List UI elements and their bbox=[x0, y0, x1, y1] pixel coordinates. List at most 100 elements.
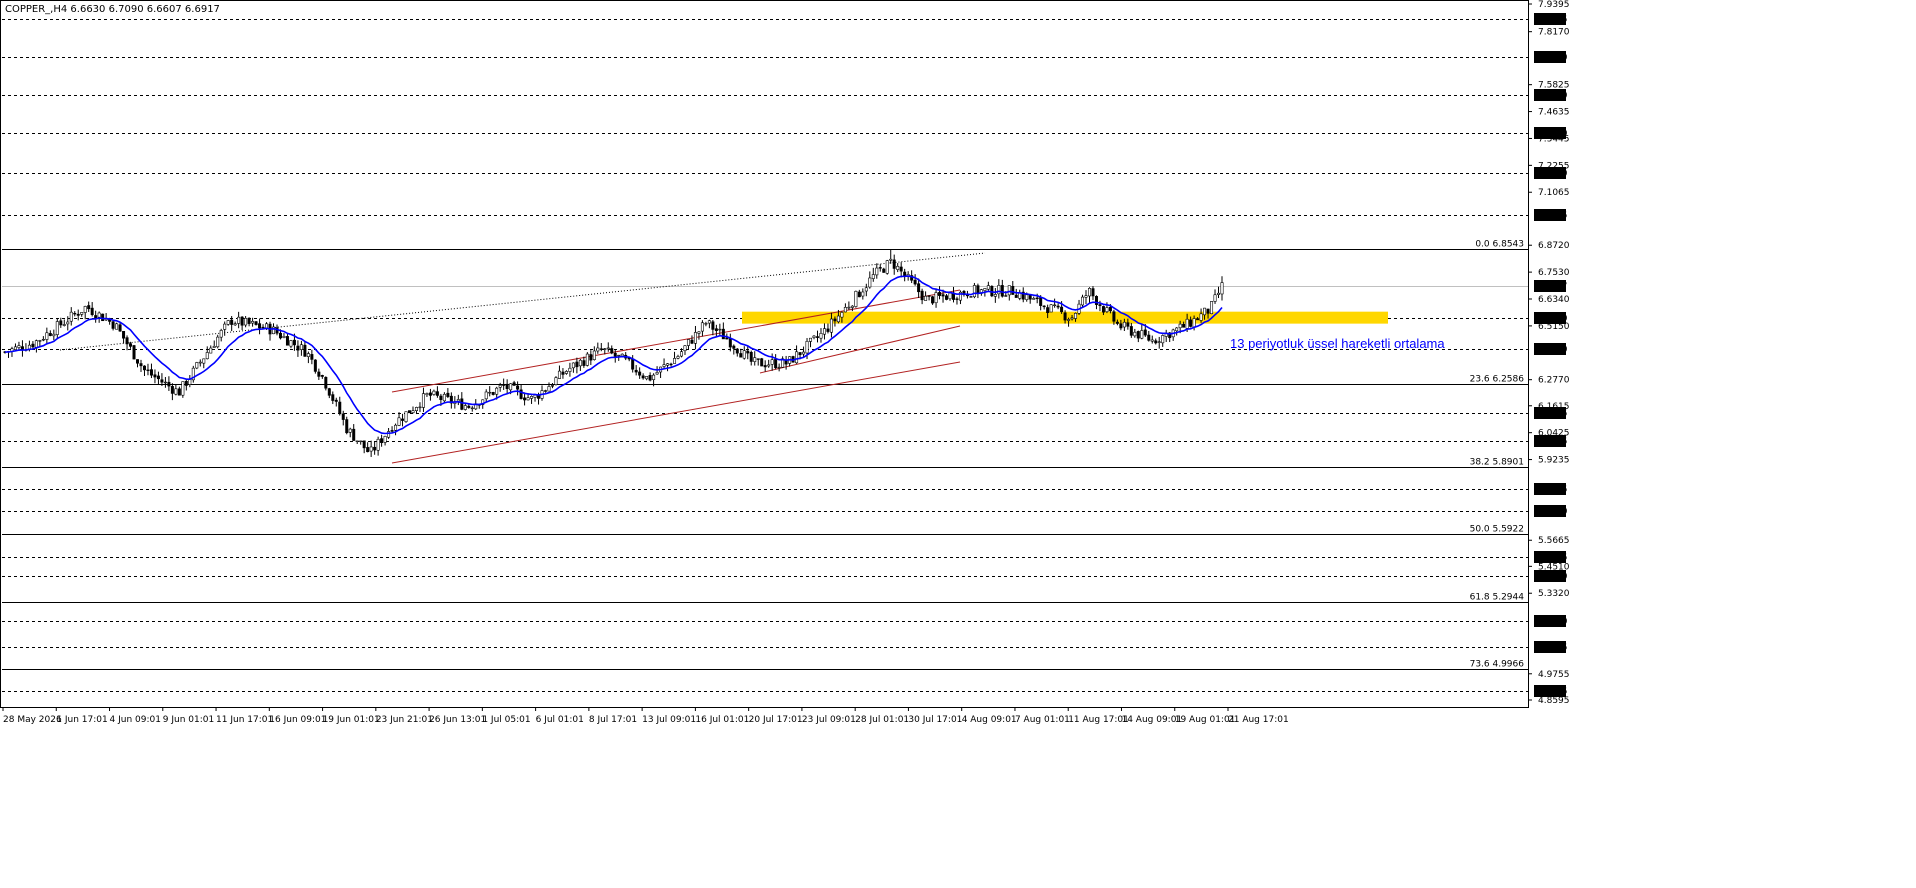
candle-body[interactable] bbox=[414, 407, 418, 411]
candle-body[interactable] bbox=[641, 375, 645, 379]
candle-body[interactable] bbox=[17, 345, 21, 348]
candle-body[interactable] bbox=[456, 399, 460, 402]
candle-body[interactable] bbox=[1007, 285, 1011, 296]
candle-body[interactable] bbox=[592, 350, 596, 360]
candle-body[interactable] bbox=[847, 306, 851, 309]
candle-body[interactable] bbox=[700, 322, 704, 332]
candle-body[interactable] bbox=[90, 307, 94, 315]
candle-body[interactable] bbox=[278, 332, 282, 339]
candle-body[interactable] bbox=[582, 360, 586, 366]
candle-body[interactable] bbox=[1126, 322, 1130, 327]
candle-body[interactable] bbox=[470, 407, 474, 410]
candle-body[interactable] bbox=[1140, 330, 1144, 339]
candle-body[interactable] bbox=[986, 285, 990, 290]
candle-body[interactable] bbox=[1220, 282, 1224, 295]
candle-body[interactable] bbox=[1136, 331, 1140, 339]
candle-body[interactable] bbox=[544, 390, 548, 392]
candle-body[interactable] bbox=[132, 345, 136, 360]
candle-body[interactable] bbox=[1157, 341, 1161, 343]
candle-body[interactable] bbox=[230, 319, 234, 325]
candle-body[interactable] bbox=[73, 312, 77, 315]
candle-body[interactable] bbox=[1101, 306, 1105, 313]
candle-body[interactable] bbox=[153, 374, 157, 378]
candle-body[interactable] bbox=[1070, 317, 1074, 320]
candle-body[interactable] bbox=[341, 413, 345, 420]
candle-body[interactable] bbox=[564, 371, 568, 374]
candle-body[interactable] bbox=[97, 312, 101, 318]
candle-body[interactable] bbox=[1192, 318, 1196, 328]
candle-body[interactable] bbox=[1039, 297, 1043, 306]
candle-body[interactable] bbox=[512, 382, 516, 386]
candle-body[interactable] bbox=[282, 336, 286, 338]
candle-body[interactable] bbox=[802, 351, 806, 355]
candle-body[interactable] bbox=[244, 317, 248, 326]
candle-body[interactable] bbox=[1199, 313, 1203, 321]
candle-body[interactable] bbox=[777, 366, 781, 369]
candle-body[interactable] bbox=[376, 438, 380, 451]
candle-body[interactable] bbox=[516, 385, 520, 390]
candle-body[interactable] bbox=[320, 375, 324, 377]
candle-body[interactable] bbox=[1025, 294, 1029, 300]
candle-body[interactable] bbox=[690, 339, 694, 344]
candle-body[interactable] bbox=[634, 369, 638, 373]
candle-body[interactable] bbox=[557, 370, 561, 379]
candle-body[interactable] bbox=[254, 321, 258, 325]
candle-body[interactable] bbox=[924, 295, 928, 301]
candle-body[interactable] bbox=[334, 399, 338, 402]
candle-body[interactable] bbox=[829, 318, 833, 333]
candle-body[interactable] bbox=[1060, 306, 1064, 313]
candle-body[interactable] bbox=[704, 323, 708, 325]
candle-body[interactable] bbox=[571, 362, 575, 369]
candle-body[interactable] bbox=[1112, 311, 1116, 322]
candle-body[interactable] bbox=[767, 364, 771, 367]
candle-body[interactable] bbox=[219, 330, 223, 338]
candle-body[interactable] bbox=[746, 350, 750, 354]
candle-body[interactable] bbox=[62, 324, 66, 326]
candle-body[interactable] bbox=[509, 383, 513, 391]
candle-body[interactable] bbox=[1063, 312, 1067, 321]
candle-body[interactable] bbox=[833, 318, 837, 322]
candle-body[interactable] bbox=[369, 446, 373, 452]
candle-body[interactable] bbox=[418, 406, 422, 409]
candle-body[interactable] bbox=[1081, 296, 1085, 306]
candle-body[interactable] bbox=[676, 356, 680, 359]
candle-body[interactable] bbox=[1105, 307, 1109, 313]
candle-body[interactable] bbox=[686, 339, 690, 346]
candle-body[interactable] bbox=[411, 410, 415, 413]
candle-body[interactable] bbox=[115, 323, 119, 330]
candle-body[interactable] bbox=[927, 295, 931, 297]
candle-body[interactable] bbox=[840, 312, 844, 318]
candle-body[interactable] bbox=[617, 354, 621, 357]
candle-body[interactable] bbox=[533, 394, 537, 398]
candle-body[interactable] bbox=[327, 388, 331, 396]
candle-body[interactable] bbox=[1067, 319, 1071, 321]
candle-body[interactable] bbox=[655, 372, 659, 375]
candle-body[interactable] bbox=[1084, 295, 1088, 298]
candle-body[interactable] bbox=[941, 294, 945, 297]
candle-body[interactable] bbox=[718, 328, 722, 331]
candle-body[interactable] bbox=[285, 336, 289, 346]
candle-body[interactable] bbox=[34, 340, 38, 348]
candle-body[interactable] bbox=[735, 348, 739, 354]
candle-body[interactable] bbox=[306, 353, 310, 357]
candle-body[interactable] bbox=[1028, 294, 1032, 300]
candle-body[interactable] bbox=[547, 386, 551, 392]
candle-body[interactable] bbox=[739, 353, 743, 358]
candle-body[interactable] bbox=[397, 417, 401, 426]
candle-body[interactable] bbox=[938, 292, 942, 296]
candle-body[interactable] bbox=[247, 317, 251, 324]
candle-body[interactable] bbox=[899, 266, 903, 272]
candle-body[interactable] bbox=[167, 381, 171, 387]
candle-body[interactable] bbox=[850, 305, 854, 308]
candle-body[interactable] bbox=[913, 279, 917, 285]
candle-body[interactable] bbox=[648, 375, 652, 381]
candle-body[interactable] bbox=[673, 358, 677, 364]
fib-anchor-line[interactable] bbox=[59, 252, 986, 351]
candle-body[interactable] bbox=[226, 320, 230, 325]
candle-body[interactable] bbox=[345, 419, 349, 434]
candle-body[interactable] bbox=[299, 344, 303, 350]
candle-body[interactable] bbox=[868, 277, 872, 288]
candle-body[interactable] bbox=[362, 440, 366, 449]
candle-body[interactable] bbox=[1154, 340, 1158, 344]
candle-body[interactable] bbox=[38, 340, 42, 342]
